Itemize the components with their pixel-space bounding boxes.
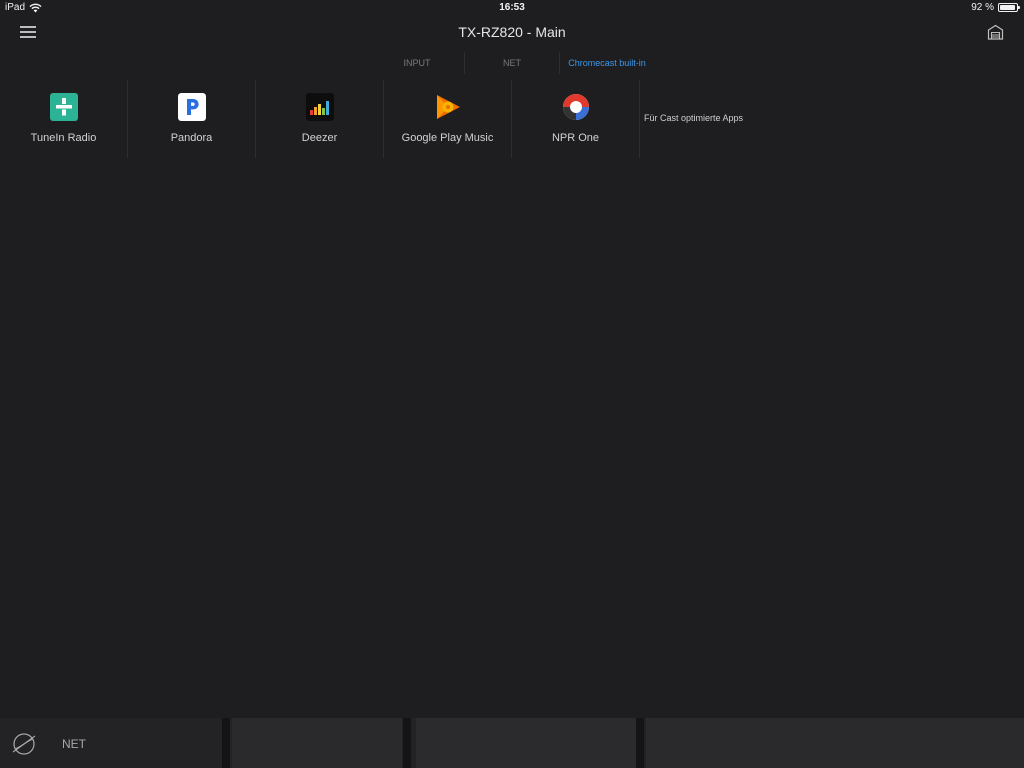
now-playing-bar[interactable]: NET bbox=[0, 718, 1024, 768]
source-tabs: INPUT NET Chromecast built-in bbox=[370, 52, 654, 74]
app-label: Google Play Music bbox=[401, 132, 494, 144]
battery-percent: 92 % bbox=[971, 2, 994, 13]
google-play-music-icon bbox=[436, 95, 460, 119]
app-label: Deezer bbox=[301, 132, 338, 144]
battery-icon bbox=[998, 3, 1020, 12]
page-title: TX-RZ820 - Main bbox=[458, 24, 566, 40]
player-divider bbox=[636, 718, 644, 768]
app-tile-pandora[interactable]: Pandora bbox=[128, 80, 256, 158]
tab-input[interactable]: INPUT bbox=[370, 52, 464, 74]
app-tile-tunein[interactable]: TuneIn Radio bbox=[0, 80, 128, 158]
globe-icon[interactable] bbox=[11, 731, 37, 757]
header: TX-RZ820 - Main bbox=[0, 16, 1024, 48]
tab-net[interactable]: NET bbox=[465, 52, 559, 74]
home-icon[interactable] bbox=[987, 24, 1004, 40]
battery-fill bbox=[1000, 5, 1015, 10]
app-window: iPad 16:53 92 % TX-RZ820 - Main INPUT NE… bbox=[0, 0, 1024, 768]
app-tile-npr-one[interactable]: NPR One bbox=[512, 80, 640, 158]
player-divider bbox=[403, 718, 411, 768]
source-label: NET bbox=[62, 737, 86, 751]
player-segment bbox=[646, 718, 1024, 768]
app-tile-deezer[interactable]: Deezer bbox=[256, 80, 384, 158]
npr-one-icon bbox=[562, 94, 589, 120]
app-tile-google-play-music[interactable]: Google Play Music bbox=[384, 80, 512, 158]
status-battery: 92 % bbox=[971, 2, 1020, 13]
cast-optimized-apps-link[interactable]: Für Cast optimierte Apps bbox=[644, 113, 743, 123]
app-list: TuneIn Radio Pandora Deezer Google Play … bbox=[0, 80, 640, 158]
app-label: TuneIn Radio bbox=[30, 132, 97, 144]
player-segment bbox=[416, 718, 636, 768]
player-divider bbox=[222, 718, 230, 768]
app-label: NPR One bbox=[551, 132, 600, 144]
status-bar: iPad 16:53 92 % bbox=[0, 0, 1024, 16]
player-segment bbox=[232, 718, 402, 768]
deezer-icon bbox=[305, 93, 334, 121]
status-time: 16:53 bbox=[499, 2, 525, 13]
pandora-icon bbox=[177, 93, 206, 121]
app-label: Pandora bbox=[170, 132, 213, 144]
tunein-icon bbox=[49, 93, 78, 121]
tab-chromecast[interactable]: Chromecast built-in bbox=[560, 52, 654, 74]
